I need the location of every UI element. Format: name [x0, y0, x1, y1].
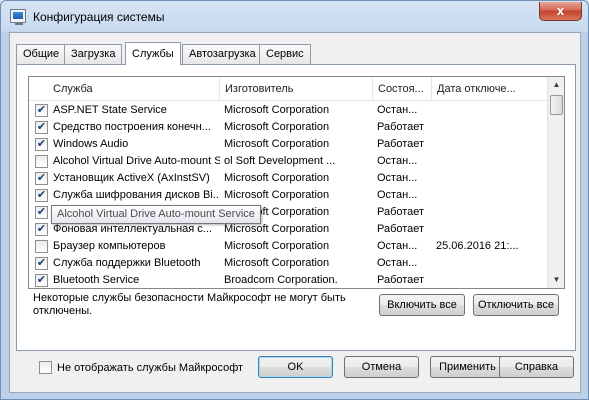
service-checkbox[interactable]: ✔: [35, 172, 48, 185]
service-name: Служба поддержки Bluetooth: [53, 257, 201, 269]
service-status: Остан...: [377, 104, 418, 116]
service-manufacturer: Microsoft Corporation: [224, 257, 330, 269]
scroll-down-icon[interactable]: ▼: [549, 272, 564, 288]
service-name: Служба шифрования дисков Bi...: [53, 189, 220, 201]
table-row[interactable]: ✔ Служба поддержки Bluetooth Microsoft Cor…: [29, 255, 547, 272]
scroll-up-icon[interactable]: ▲: [549, 77, 564, 93]
services-tab-panel: Служба Изготовитель Состоя... Дата отклю…: [16, 64, 576, 374]
service-checkbox[interactable]: [35, 155, 48, 168]
service-manufacturer: ol Soft Development ...: [224, 155, 336, 167]
service-status: Остан...: [377, 172, 418, 184]
table-row[interactable]: ✔ Установщик ActiveX (AxInstSV) Microsoft …: [29, 170, 547, 187]
tab-tools[interactable]: Сервис: [259, 44, 311, 64]
tab-general[interactable]: Общие: [16, 44, 67, 64]
service-name: Alcohol Virtual Drive Auto-mount Service: [53, 155, 220, 167]
table-row[interactable]: ✔ Bluetooth Service Broadcom Corporation. Р…: [29, 272, 547, 288]
service-manufacturer: Microsoft Corporation: [224, 121, 330, 133]
tab-services[interactable]: Службы: [125, 42, 181, 65]
service-status: Остан...: [377, 189, 418, 201]
table-row[interactable]: ✔ Windows Audio Microsoft Corporation Работ…: [29, 136, 547, 153]
tab-startup[interactable]: Автозагрузка: [182, 44, 263, 64]
service-disabled-date: [432, 153, 547, 170]
service-name-tooltip: Alcohol Virtual Drive Auto-mount Service: [51, 205, 261, 224]
column-header-manufacturer[interactable]: Изготовитель: [220, 77, 373, 101]
ok-button[interactable]: OK: [258, 356, 333, 378]
service-checkbox[interactable]: ✔: [35, 104, 48, 117]
security-note: Некоторые службы безопасности Майкрософт…: [33, 292, 346, 317]
service-manufacturer: Microsoft Corporation: [224, 104, 330, 116]
msconfig-app-icon: [10, 9, 26, 25]
service-manufacturer: Microsoft Corporation: [224, 240, 330, 252]
column-header-service[interactable]: Служба: [29, 77, 220, 101]
title-bar[interactable]: Конфигурация системы x: [1, 1, 588, 32]
service-disabled-date: [432, 204, 547, 221]
cancel-button[interactable]: Отмена: [344, 356, 419, 378]
checkbox-box[interactable]: [39, 361, 52, 374]
service-status: Остан...: [377, 257, 418, 269]
service-checkbox[interactable]: ✔: [35, 274, 48, 287]
service-name: Установщик ActiveX (AxInstSV): [53, 172, 210, 184]
close-icon: x: [556, 3, 565, 18]
service-checkbox[interactable]: ✔: [35, 257, 48, 270]
list-header: Служба Изготовитель Состоя... Дата отклю…: [29, 77, 547, 101]
apply-button[interactable]: Применить: [430, 356, 505, 378]
window-title: Конфигурация системы: [33, 10, 165, 24]
tab-boot[interactable]: Загрузка: [64, 44, 123, 64]
service-status: Работает: [377, 274, 425, 286]
service-status: Работает: [377, 138, 425, 150]
help-button[interactable]: Справка: [499, 356, 574, 378]
table-row[interactable]: Alcohol Virtual Drive Auto-mount Service…: [29, 153, 547, 170]
table-row[interactable]: ✔ ASP.NET State Service Microsoft Corporat…: [29, 102, 547, 119]
service-manufacturer: Microsoft Corporation: [224, 172, 330, 184]
service-disabled-date: [432, 170, 547, 187]
service-manufacturer: Microsoft Corporation: [224, 138, 330, 150]
service-manufacturer: Microsoft Corporation: [224, 189, 330, 201]
service-status: Работает: [377, 121, 425, 133]
service-status: Работает: [377, 206, 425, 218]
service-name: Windows Audio: [53, 138, 129, 150]
service-checkbox[interactable]: ✔: [35, 121, 48, 134]
service-disabled-date: [432, 119, 547, 136]
service-disabled-date: [432, 102, 547, 119]
service-checkbox[interactable]: ✔: [35, 189, 48, 202]
close-button[interactable]: x: [539, 2, 582, 21]
service-disabled-date: [432, 272, 547, 288]
scrollbar-thumb[interactable]: [550, 95, 563, 115]
service-disabled-date: [432, 221, 547, 238]
vertical-scrollbar[interactable]: ▲ ▼: [547, 77, 564, 288]
dialog-client: Общие Загрузка Службы Автозагрузка Серви…: [9, 32, 581, 393]
service-disabled-date: 25.06.2016 21:...: [436, 240, 519, 252]
table-row[interactable]: Браузер компьютеров Microsoft Corporation…: [29, 238, 547, 255]
service-checkbox[interactable]: ✔: [35, 223, 48, 236]
service-disabled-date: [432, 187, 547, 204]
service-status: Остан...: [377, 155, 418, 167]
enable-all-button[interactable]: Включить все: [379, 294, 465, 316]
disable-all-button[interactable]: Отключить все: [473, 294, 559, 316]
service-checkbox[interactable]: ✔: [35, 138, 48, 151]
service-disabled-date: [432, 136, 547, 153]
service-name: ASP.NET State Service: [53, 104, 167, 116]
service-disabled-date: [432, 255, 547, 272]
service-checkbox[interactable]: [35, 240, 48, 253]
column-header-status[interactable]: Состоя...: [373, 77, 432, 101]
table-row[interactable]: ✔ Средство построения конечн... Microsoft …: [29, 119, 547, 136]
service-checkbox[interactable]: ✔: [35, 206, 48, 219]
service-status: Остан...: [377, 240, 418, 252]
service-status: Работает: [377, 223, 425, 235]
column-header-disabled-date[interactable]: Дата отключе...: [432, 77, 547, 101]
service-name: Bluetooth Service: [53, 274, 140, 286]
service-manufacturer: Broadcom Corporation.: [224, 274, 338, 286]
service-name: Средство построения конечн...: [53, 121, 211, 133]
hide-microsoft-services-label: Не отображать службы Майкрософт: [57, 362, 244, 374]
service-name: Браузер компьютеров: [53, 240, 166, 252]
system-config-window: Конфигурация системы x Общие Загрузка Сл…: [0, 0, 589, 400]
services-list[interactable]: Служба Изготовитель Состоя... Дата отклю…: [28, 76, 565, 289]
table-row[interactable]: ✔ Служба шифрования дисков Bi... Microsoft…: [29, 187, 547, 204]
